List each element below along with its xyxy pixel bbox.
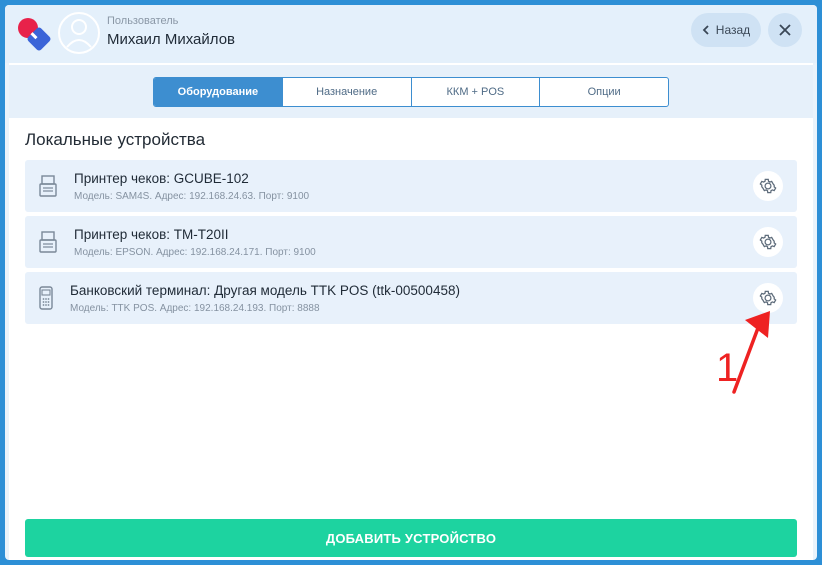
user-role-label: Пользователь <box>107 15 179 27</box>
device-settings-button[interactable] <box>753 171 783 201</box>
tab-kkm-pos[interactable]: ККМ + POS <box>412 78 541 106</box>
main-content: Локальные устройства Принтер чеков: GCUB… <box>9 118 813 560</box>
gear-icon <box>759 290 777 306</box>
device-settings-button[interactable] <box>753 283 783 313</box>
app-logo-icon <box>18 18 51 51</box>
device-meta: Модель: EPSON. Адрес: 192.168.24.171. По… <box>74 247 316 258</box>
gear-icon <box>759 178 777 194</box>
device-settings-button[interactable] <box>753 227 783 257</box>
back-button-label: Назад <box>715 23 751 37</box>
annotation-number: 1 <box>716 346 739 390</box>
close-icon <box>779 24 791 36</box>
header: Пользователь Михаил Михайлов Назад <box>5 5 817 63</box>
tabs-area: Оборудование Назначение ККМ + POS Опции <box>9 63 813 118</box>
chevron-left-icon <box>702 25 709 35</box>
device-title: Принтер чеков: GCUBE-102 <box>74 171 249 186</box>
user-avatar-icon <box>58 12 100 54</box>
add-device-button[interactable]: ДОБАВИТЬ УСТРОЙСТВО <box>25 519 797 557</box>
device-meta: Модель: TTK POS. Адрес: 192.168.24.193. … <box>70 303 320 314</box>
equipment-window: Пользователь Михаил Михайлов Назад Обору… <box>5 5 817 560</box>
device-title: Банковский терминал: Другая модель TTK P… <box>70 283 460 298</box>
device-row[interactable]: Принтер чеков: TM-T20II Модель: EPSON. А… <box>25 216 797 268</box>
terminal-icon <box>39 286 53 310</box>
device-meta: Модель: SAM4S. Адрес: 192.168.24.63. Пор… <box>74 191 310 202</box>
tab-bar: Оборудование Назначение ККМ + POS Опции <box>153 77 669 107</box>
device-row[interactable]: Банковский терминал: Другая модель TTK P… <box>25 272 797 324</box>
printer-icon <box>39 175 57 197</box>
printer-icon <box>39 231 57 253</box>
back-button[interactable]: Назад <box>691 13 761 47</box>
section-title: Локальные устройства <box>25 130 206 149</box>
close-button[interactable] <box>768 13 802 47</box>
tab-assignment[interactable]: Назначение <box>283 78 412 106</box>
gear-icon <box>759 234 777 250</box>
device-row[interactable]: Принтер чеков: GCUBE-102 Модель: SAM4S. … <box>25 160 797 212</box>
device-title: Принтер чеков: TM-T20II <box>74 227 229 242</box>
tab-options[interactable]: Опции <box>540 78 668 106</box>
user-name: Михаил Михайлов <box>107 31 236 48</box>
tab-equipment[interactable]: Оборудование <box>154 78 283 106</box>
